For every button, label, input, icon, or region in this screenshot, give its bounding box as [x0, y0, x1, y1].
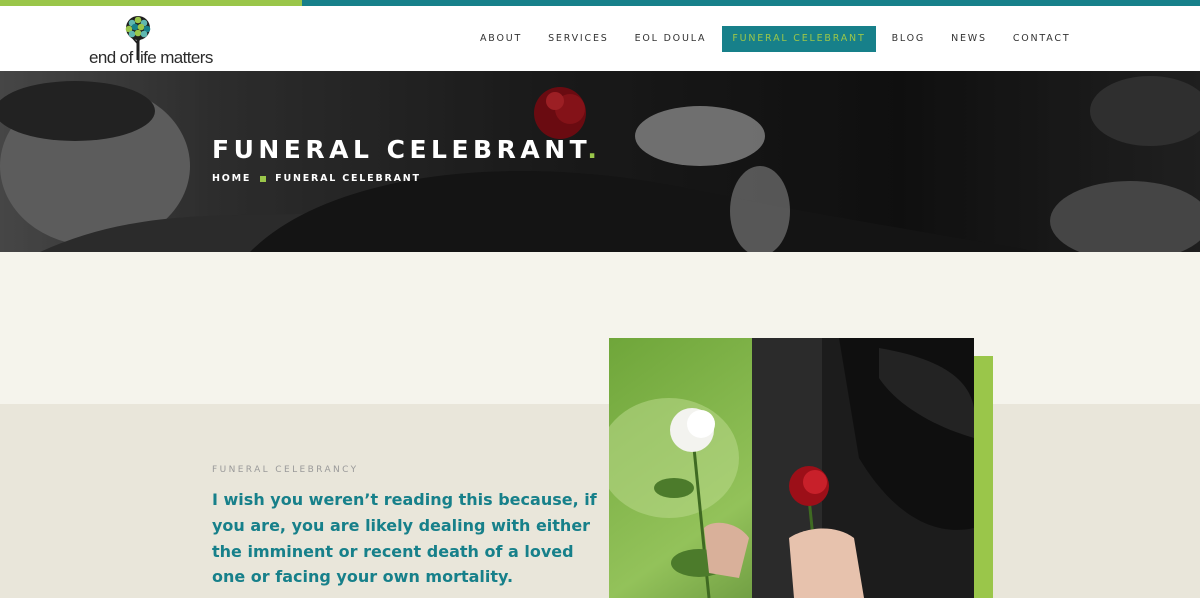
content-band-light — [0, 252, 1200, 404]
breadcrumb-home-link[interactable]: HOME — [212, 173, 251, 184]
hero-banner: FUNERAL CELEBRANT. HOME FUNERAL CELEBRAN… — [0, 71, 1200, 252]
image-accent-bar — [974, 356, 993, 598]
nav-item-about[interactable]: ABOUT — [467, 26, 535, 52]
breadcrumb-current: FUNERAL CELEBRANT — [275, 173, 421, 184]
site-logo[interactable]: end of life matters — [89, 14, 219, 67]
nav-item-services[interactable]: SERVICES — [535, 26, 621, 52]
nav-item-eol-doula[interactable]: EOL DOULA — [622, 26, 720, 52]
funeral-roses-photo — [609, 338, 974, 598]
section-eyebrow: FUNERAL CELEBRANCY — [212, 465, 359, 475]
intro-text: I wish you weren’t reading this because,… — [212, 490, 597, 587]
square-bullet-icon — [260, 175, 267, 182]
title-dot: . — [587, 135, 602, 164]
nav-item-news[interactable]: NEWS — [938, 26, 1000, 52]
site-header: end of life matters ABOUT SERVICES EOL D… — [0, 6, 1200, 71]
page-title: FUNERAL CELEBRANT. — [212, 135, 602, 164]
nav-item-contact[interactable]: CONTACT — [1000, 26, 1084, 52]
logo-text: end of life matters — [89, 48, 213, 67]
nav-item-funeral-celebrant[interactable]: FUNERAL CELEBRANT — [722, 26, 876, 52]
main-nav: ABOUT SERVICES EOL DOULA FUNERAL CELEBRA… — [467, 26, 1083, 52]
nav-item-blog[interactable]: BLOG — [879, 26, 939, 52]
breadcrumb: HOME FUNERAL CELEBRANT — [212, 173, 421, 184]
